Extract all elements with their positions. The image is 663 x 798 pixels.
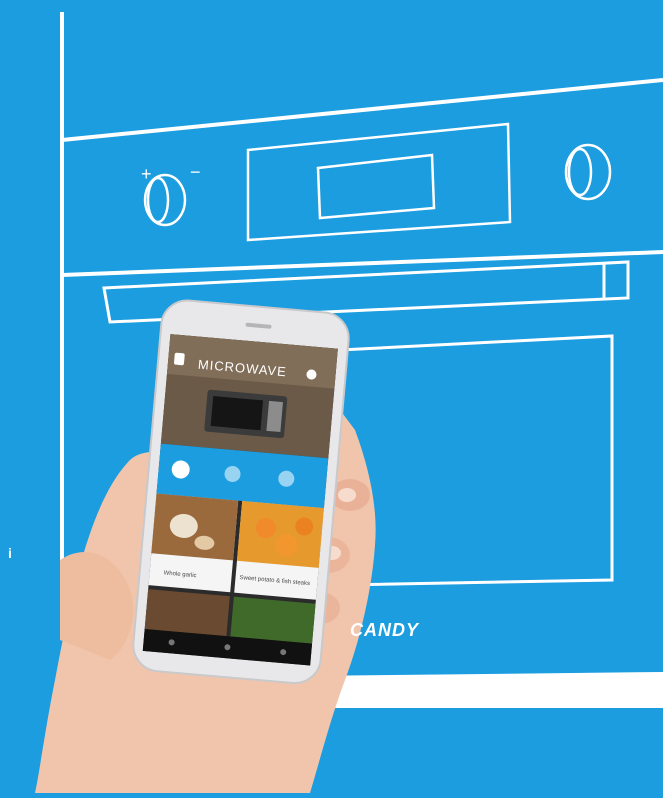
oven-base-band bbox=[300, 672, 663, 708]
knob-minus-label: − bbox=[190, 162, 201, 182]
knob-plus-label: + bbox=[141, 164, 152, 184]
oven-window bbox=[338, 334, 614, 587]
back-button[interactable] bbox=[174, 352, 185, 366]
oven-display bbox=[246, 122, 512, 242]
knob-right-icon bbox=[564, 143, 612, 201]
scene: + − MICROWAVE Whole garlic Sweet potato … bbox=[0, 0, 663, 793]
smartphone: MICROWAVE Whole garlic Sweet potato & fi… bbox=[132, 299, 350, 685]
brand-logo: CANDY bbox=[350, 620, 420, 640]
cropped-edge-text: i bbox=[8, 545, 12, 561]
scene-illustration: + − MICROWAVE Whole garlic Sweet potato … bbox=[35, 12, 663, 793]
